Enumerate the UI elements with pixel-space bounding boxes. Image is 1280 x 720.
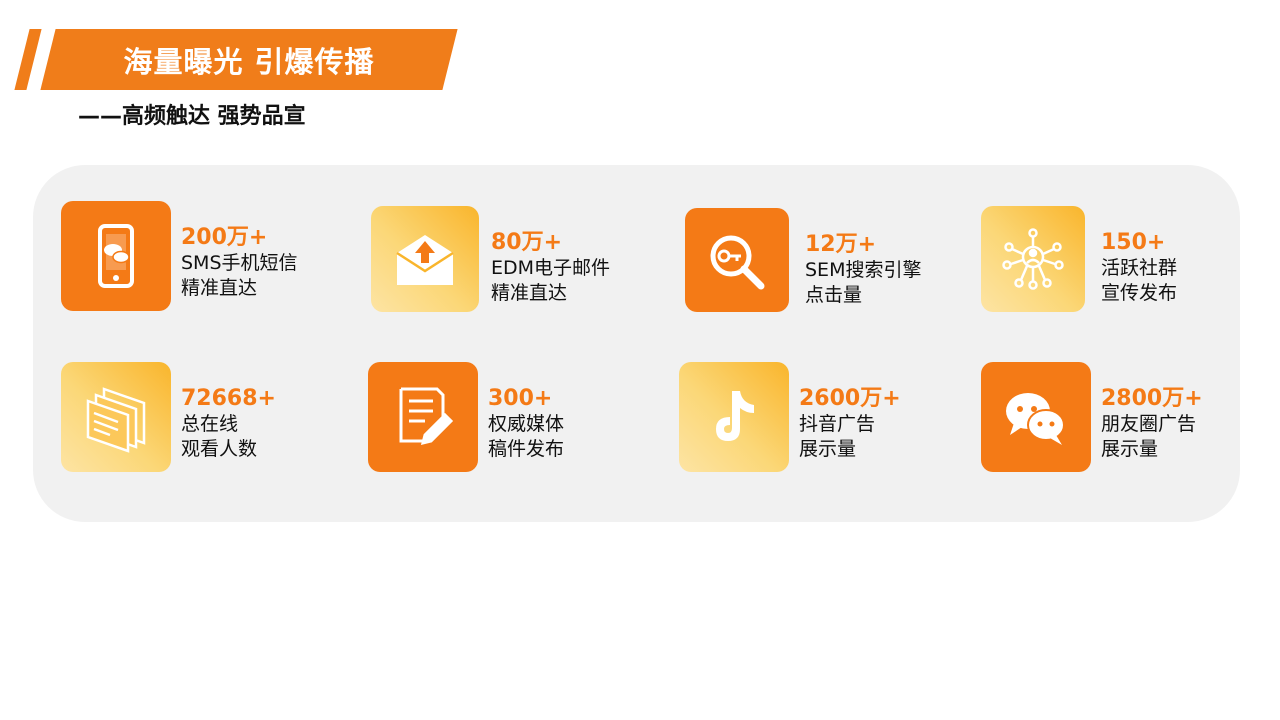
stat-label: 总在线 bbox=[181, 413, 239, 435]
page-subtitle: ——高频触达 强势品宣 bbox=[78, 104, 306, 129]
stat-value: 150+ bbox=[1101, 230, 1166, 255]
stat-label: SMS手机短信 bbox=[181, 252, 298, 274]
stat-card-edm: 80万+ EDM电子邮件 精准直达 bbox=[371, 206, 671, 318]
stat-value: 2800万+ bbox=[1101, 386, 1203, 411]
stat-card-douyin: 2600万+ 抖音广告 展示量 bbox=[679, 362, 979, 474]
stat-label: EDM电子邮件 bbox=[491, 257, 611, 279]
stat-value: 12万+ bbox=[805, 232, 877, 257]
phone-chat-icon bbox=[61, 201, 171, 311]
page-title: 海量曝光 引爆传播 bbox=[123, 44, 375, 79]
stat-card-online-viewers: 72668+ 总在线 观看人数 bbox=[61, 362, 361, 474]
stat-value: 80万+ bbox=[491, 230, 563, 255]
stat-desc: 精准直达 bbox=[491, 282, 568, 304]
stat-card-media: 300+ 权威媒体 稿件发布 bbox=[368, 362, 668, 474]
stat-label: 权威媒体 bbox=[488, 413, 565, 435]
search-key-icon bbox=[685, 208, 789, 312]
accent-stripe bbox=[14, 29, 42, 90]
stat-card-community: 150+ 活跃社群 宣传发布 bbox=[981, 206, 1280, 318]
stat-desc: 稿件发布 bbox=[488, 438, 565, 460]
stat-desc: 展示量 bbox=[1101, 438, 1159, 460]
document-edit-icon bbox=[368, 362, 478, 472]
stat-desc: 宣传发布 bbox=[1101, 282, 1178, 304]
stat-card-moments: 2800万+ 朋友圈广告 展示量 bbox=[981, 362, 1280, 474]
tiktok-icon bbox=[679, 362, 789, 472]
stat-label: SEM搜索引擎 bbox=[805, 259, 922, 281]
stat-desc: 观看人数 bbox=[181, 438, 258, 460]
community-network-icon bbox=[981, 206, 1085, 312]
wechat-icon bbox=[981, 362, 1091, 472]
stat-card-sem: 12万+ SEM搜索引擎 点击量 bbox=[685, 208, 985, 320]
stat-label: 活跃社群 bbox=[1101, 257, 1178, 279]
stat-label: 朋友圈广告 bbox=[1101, 413, 1197, 435]
stat-value: 72668+ bbox=[181, 386, 276, 411]
stat-desc: 点击量 bbox=[805, 284, 863, 306]
stacked-screens-icon bbox=[61, 362, 171, 472]
stat-value: 300+ bbox=[488, 386, 553, 411]
stat-label: 抖音广告 bbox=[799, 413, 876, 435]
stat-desc: 精准直达 bbox=[181, 277, 258, 299]
stat-value: 200万+ bbox=[181, 225, 268, 250]
stat-card-sms: 200万+ SMS手机短信 精准直达 bbox=[61, 201, 361, 313]
envelope-icon bbox=[371, 206, 479, 312]
stat-value: 2600万+ bbox=[799, 386, 901, 411]
stat-desc: 展示量 bbox=[799, 438, 857, 460]
